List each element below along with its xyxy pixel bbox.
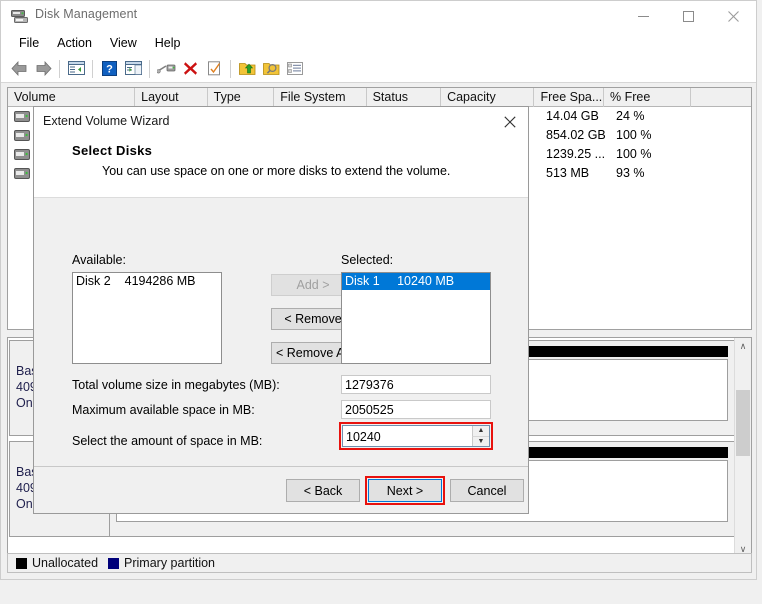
column-header-type[interactable]: Type [208, 88, 275, 107]
properties-icon[interactable] [154, 57, 178, 81]
check-icon[interactable] [202, 57, 226, 81]
forward-icon[interactable] [31, 57, 55, 81]
dialog-close-button[interactable] [495, 109, 525, 135]
dialog-heading: Select Disks [72, 143, 153, 158]
menu-file[interactable]: File [10, 34, 48, 52]
menu-help[interactable]: Help [146, 34, 190, 52]
delete-icon[interactable] [178, 57, 202, 81]
amount-of-space-label: Select the amount of space in MB: [72, 434, 263, 448]
legend-label-primary-partition: Primary partition [124, 556, 216, 570]
spinner-up-icon[interactable]: ▲ [472, 426, 489, 436]
total-volume-size-label: Total volume size in megabytes (MB): [72, 378, 280, 392]
column-header-file-system[interactable]: File System [274, 88, 367, 107]
window-title: Disk Management [35, 7, 138, 21]
maximize-button[interactable] [666, 1, 711, 31]
legend-swatch-primary-partition [108, 557, 120, 569]
dialog-caption: Extend Volume Wizard [43, 114, 170, 128]
toolbar: ? [1, 55, 756, 83]
column-header-volume[interactable]: Volume [8, 88, 136, 107]
volume-list-header: Volume Layout Type File System Status Ca… [8, 88, 751, 107]
legend-swatch-unallocated [16, 557, 27, 569]
title-bar: Disk Management [1, 1, 756, 31]
extend-volume-icon[interactable] [235, 57, 259, 81]
cell-free-space: 513 MB [546, 166, 590, 180]
dialog-title-bar: Extend Volume Wizard Select Disks You ca… [34, 107, 528, 197]
dialog-footer: < Back Next > Cancel [34, 466, 528, 513]
list-icon[interactable] [283, 57, 307, 81]
available-label: Available: [72, 253, 126, 267]
toolbar-separator [92, 59, 93, 78]
spinner-buttons: ▲ ▼ [472, 426, 489, 446]
disk-management-icon [11, 9, 28, 23]
scrollbar-thumb[interactable] [736, 390, 750, 456]
column-header-layout[interactable]: Layout [135, 88, 208, 107]
column-header-empty[interactable] [691, 88, 751, 107]
amount-of-space-spinner[interactable]: 10240 ▲ ▼ [342, 425, 490, 447]
status-bar: Unallocated Primary partition [7, 553, 752, 573]
cell-percent-free: 100 % [616, 128, 652, 142]
cell-free-space: 1239.25 ... [546, 147, 606, 161]
list-item[interactable]: Disk 1 10240 MB [342, 273, 490, 290]
amount-of-space-value[interactable]: 10240 [346, 427, 381, 447]
cell-free-space: 854.02 GB [546, 128, 606, 142]
disk-panel-scrollbar[interactable]: ∧ ∨ [734, 338, 751, 558]
close-button[interactable] [711, 1, 756, 31]
toolbar-separator [149, 59, 150, 78]
help-icon[interactable]: ? [97, 57, 121, 81]
back-icon[interactable] [7, 57, 31, 81]
menu-action[interactable]: Action [48, 34, 101, 52]
volume-icon [14, 168, 30, 179]
next-button[interactable]: Next > [368, 479, 442, 502]
cancel-button[interactable]: Cancel [450, 479, 524, 502]
back-button[interactable]: < Back [286, 479, 360, 502]
screen: Disk Management File Action View Help ? … [0, 0, 762, 604]
scroll-up-icon[interactable]: ∧ [735, 338, 751, 355]
show-hide-console-tree-icon[interactable] [64, 57, 88, 81]
selected-label: Selected: [341, 253, 394, 267]
total-volume-size-field: 1279376 [341, 375, 491, 394]
maximum-available-space-field: 2050525 [341, 400, 491, 419]
list-item[interactable]: Disk 2 4194286 MB [73, 273, 221, 290]
volume-icon [14, 130, 30, 141]
legend-label-unallocated: Unallocated [32, 556, 99, 570]
column-header-percent-free[interactable]: % Free [604, 88, 692, 107]
search-icon[interactable] [259, 57, 283, 81]
show-hide-action-pane-icon[interactable] [121, 57, 145, 81]
column-header-status[interactable]: Status [367, 88, 442, 107]
window-controls [621, 1, 756, 31]
menu-bar: File Action View Help [1, 31, 756, 55]
column-header-capacity[interactable]: Capacity [441, 88, 535, 107]
menu-view[interactable]: View [101, 34, 146, 52]
svg-text:?: ? [106, 64, 113, 76]
extend-volume-wizard-dialog: Extend Volume Wizard Select Disks You ca… [33, 106, 529, 514]
cell-percent-free: 93 % [616, 166, 645, 180]
cell-free-space: 14.04 GB [546, 109, 599, 123]
cell-percent-free: 100 % [616, 147, 652, 161]
available-disks-listbox[interactable]: Disk 2 4194286 MB [72, 272, 222, 364]
cell-percent-free: 24 % [616, 109, 645, 123]
legend-primary-partition: Primary partition [108, 556, 215, 570]
volume-icon [14, 111, 30, 122]
legend-unallocated: Unallocated [16, 556, 98, 570]
minimize-button[interactable] [621, 1, 666, 31]
toolbar-separator [230, 59, 231, 78]
maximum-available-space-label: Maximum available space in MB: [72, 403, 255, 417]
selected-disks-listbox[interactable]: Disk 1 10240 MB [341, 272, 491, 364]
toolbar-separator [59, 59, 60, 78]
dialog-subheading: You can use space on one or more disks t… [102, 164, 451, 178]
spinner-down-icon[interactable]: ▼ [472, 435, 489, 446]
dialog-body: Available: Disk 2 4194286 MB Add > < Rem… [34, 197, 528, 468]
volume-icon [14, 149, 30, 160]
column-header-free-space[interactable]: Free Spa... [534, 88, 604, 107]
